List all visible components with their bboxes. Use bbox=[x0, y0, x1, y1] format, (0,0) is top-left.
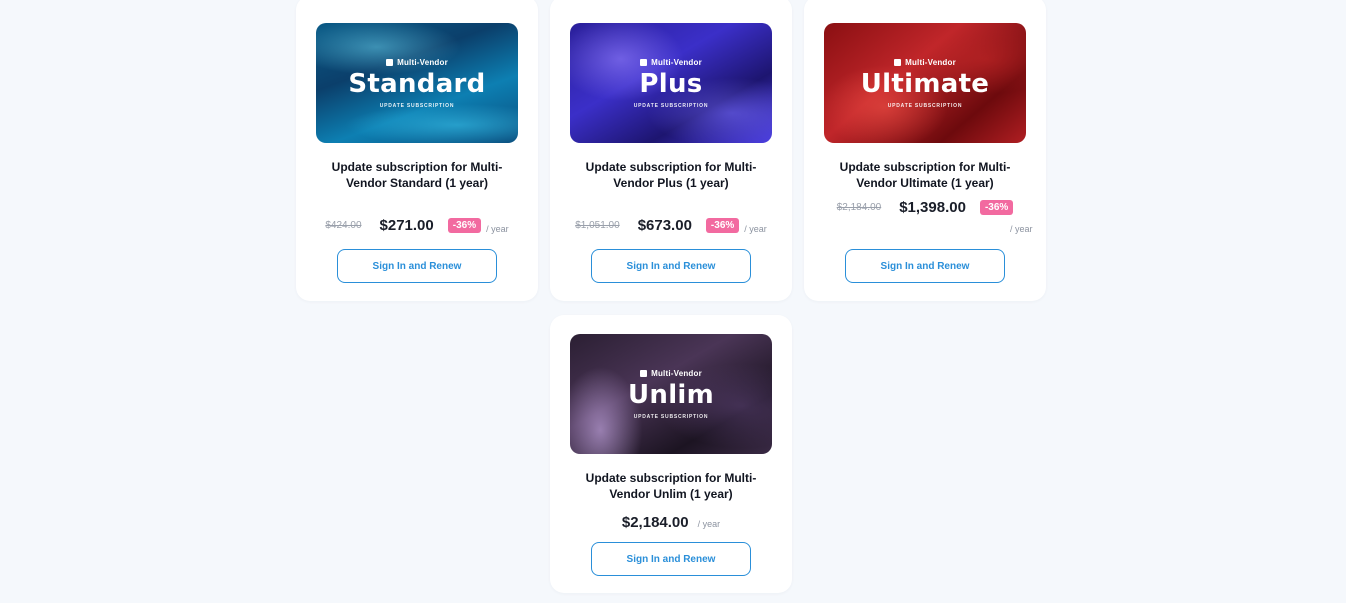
product-card-standard: Multi-Vendor Standard UPDATE SUBSCRIPTIO… bbox=[296, 0, 538, 301]
brand-name: Multi-Vendor bbox=[651, 57, 702, 67]
price-period: / year bbox=[486, 223, 509, 234]
banner-caption: UPDATE SUBSCRIPTION bbox=[633, 413, 709, 420]
old-price: $1,051.00 bbox=[575, 220, 620, 231]
price-period: / year bbox=[1010, 224, 1033, 234]
brand-square-icon bbox=[640, 369, 648, 377]
edition-name: Ultimate bbox=[860, 68, 990, 99]
price-row: $2,184.00 $1,398.00 -36% bbox=[804, 199, 1046, 216]
brand-name: Multi-Vendor bbox=[651, 368, 702, 378]
edition-name: Standard bbox=[348, 68, 486, 99]
brand-name: Multi-Vendor bbox=[397, 57, 448, 67]
brand-logo: Multi-Vendor bbox=[640, 369, 702, 378]
brand-name: Multi-Vendor bbox=[905, 57, 956, 67]
brand-logo: Multi-Vendor bbox=[386, 58, 448, 67]
product-title[interactable]: Update subscription for Multi-Vendor Sta… bbox=[316, 159, 518, 191]
edition-name: Unlim bbox=[627, 379, 715, 410]
current-price: $1,398.00 bbox=[899, 199, 966, 216]
brand-square-icon bbox=[386, 58, 394, 66]
brand-square-icon bbox=[894, 58, 902, 66]
discount-badge: -36% bbox=[447, 218, 482, 233]
discount-badge: -36% bbox=[705, 218, 740, 233]
banner-caption: UPDATE SUBSCRIPTION bbox=[887, 102, 963, 109]
current-price: $271.00 bbox=[379, 217, 434, 234]
price-period: / year bbox=[697, 519, 721, 529]
current-price: $673.00 bbox=[637, 217, 692, 234]
sign-in-renew-button[interactable]: Sign In and Renew bbox=[591, 542, 751, 576]
product-banner-standard[interactable]: Multi-Vendor Standard UPDATE SUBSCRIPTIO… bbox=[316, 23, 518, 143]
brand-square-icon bbox=[640, 58, 648, 66]
price-period: / year bbox=[744, 223, 767, 234]
current-price: $2,184.00 bbox=[621, 514, 689, 531]
old-price: $424.00 bbox=[325, 220, 362, 231]
product-title[interactable]: Update subscription for Multi-Vendor Unl… bbox=[570, 470, 772, 502]
banner-caption: UPDATE SUBSCRIPTION bbox=[633, 102, 709, 109]
product-banner-ultimate[interactable]: Multi-Vendor Ultimate UPDATE SUBSCRIPTIO… bbox=[824, 23, 1026, 143]
price-row: $1,051.00 $673.00 -36% / year bbox=[550, 217, 792, 234]
product-grid: Multi-Vendor Standard UPDATE SUBSCRIPTIO… bbox=[0, 0, 1346, 603]
product-title[interactable]: Update subscription for Multi-Vendor Plu… bbox=[570, 159, 772, 191]
discount-badge: -36% bbox=[979, 200, 1014, 215]
product-card-unlim: Multi-Vendor Unlim UPDATE SUBSCRIPTION U… bbox=[550, 315, 792, 593]
brand-logo: Multi-Vendor bbox=[640, 58, 702, 67]
old-price: $2,184.00 bbox=[836, 202, 882, 213]
product-card-plus: Multi-Vendor Plus UPDATE SUBSCRIPTION Up… bbox=[550, 0, 792, 301]
product-banner-plus[interactable]: Multi-Vendor Plus UPDATE SUBSCRIPTION bbox=[570, 23, 772, 143]
sign-in-renew-button[interactable]: Sign In and Renew bbox=[337, 249, 497, 283]
brand-logo: Multi-Vendor bbox=[894, 58, 956, 67]
product-title[interactable]: Update subscription for Multi-Vendor Ult… bbox=[824, 159, 1026, 191]
banner-caption: UPDATE SUBSCRIPTION bbox=[379, 102, 455, 109]
product-banner-unlim[interactable]: Multi-Vendor Unlim UPDATE SUBSCRIPTION bbox=[570, 334, 772, 454]
edition-name: Plus bbox=[639, 68, 703, 99]
price-row: $2,184.00 / year bbox=[550, 514, 792, 531]
price-row: $424.00 $271.00 -36% / year bbox=[296, 217, 538, 234]
product-card-ultimate: Multi-Vendor Ultimate UPDATE SUBSCRIPTIO… bbox=[804, 0, 1046, 301]
sign-in-renew-button[interactable]: Sign In and Renew bbox=[591, 249, 751, 283]
sign-in-renew-button[interactable]: Sign In and Renew bbox=[845, 249, 1005, 283]
